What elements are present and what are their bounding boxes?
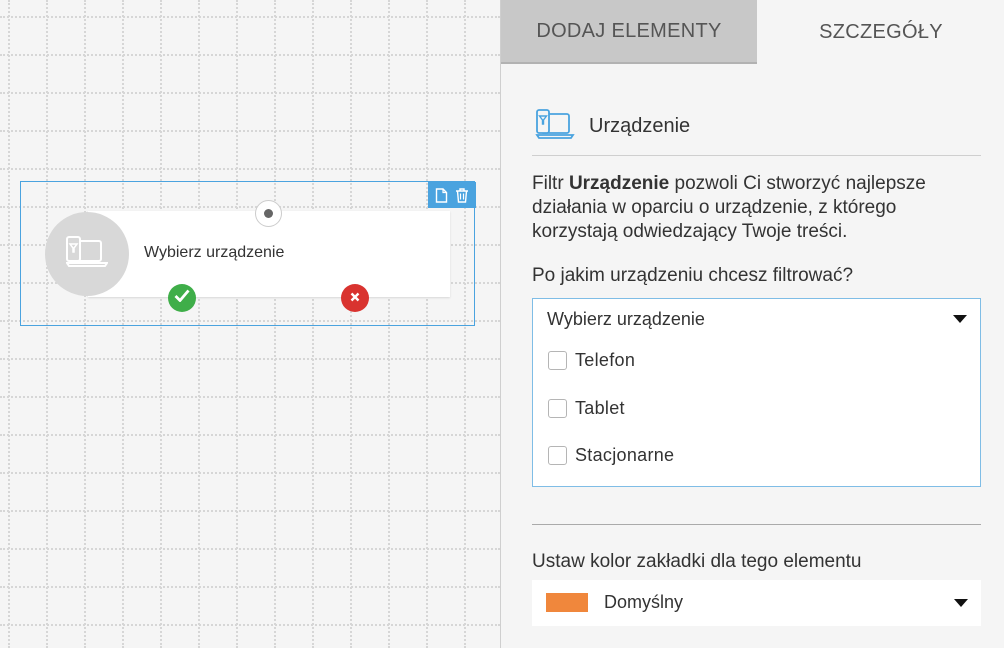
node-toolbar — [428, 182, 476, 208]
device-select[interactable]: Wybierz urządzenie Telefon Tablet Stacjo… — [532, 298, 981, 487]
device-question: Po jakim urządzeniu chcesz filtrować? — [532, 265, 854, 286]
grid-line — [0, 624, 500, 626]
side-panel: DODAJ ELEMENTY SZCZEGÓŁY Urządzenie Filt… — [500, 0, 1004, 648]
trash-icon[interactable] — [455, 187, 469, 203]
divider — [532, 155, 981, 156]
node-label: Wybierz urządzenie — [144, 244, 285, 261]
node-icon-circle — [45, 212, 129, 296]
yes-output-port[interactable] — [168, 284, 196, 312]
caret-down-icon[interactable] — [953, 315, 967, 323]
caret-down-icon[interactable] — [954, 599, 968, 607]
grid-line — [0, 54, 500, 56]
close-icon — [350, 289, 360, 307]
option-tablet[interactable]: Tablet — [548, 398, 625, 419]
grid-line — [0, 92, 500, 94]
grid-line — [8, 0, 10, 648]
grid-line — [0, 434, 500, 436]
section-header: Urządzenie — [535, 108, 690, 145]
grid-line — [0, 358, 500, 360]
filter-description: Filtr Urządzenie pozwoli Ci stworzyć naj… — [532, 173, 926, 242]
panel-tabs: DODAJ ELEMENTY SZCZEGÓŁY — [501, 0, 1004, 64]
grid-line — [0, 168, 500, 170]
device-icon — [535, 108, 575, 145]
grid-line — [0, 16, 500, 18]
color-label: Ustaw kolor zakładki dla tego elementu — [532, 551, 862, 572]
grid-line — [0, 548, 500, 550]
workflow-canvas[interactable]: Wybierz urządzenie — [0, 0, 500, 648]
grid-line — [0, 472, 500, 474]
checkbox[interactable] — [548, 399, 567, 418]
section-title: Urządzenie — [589, 115, 691, 137]
divider — [532, 524, 981, 525]
tab-add-elements[interactable]: DODAJ ELEMENTY — [501, 0, 757, 64]
no-output-port[interactable] — [341, 284, 369, 312]
color-select[interactable]: Domyślny — [532, 580, 981, 626]
color-swatch — [546, 593, 588, 612]
tab-details[interactable]: SZCZEGÓŁY — [757, 0, 1004, 64]
checkmark-icon — [174, 289, 190, 307]
grid-line — [0, 510, 500, 512]
grid-line — [0, 586, 500, 588]
option-stacjonarne[interactable]: Stacjonarne — [548, 445, 674, 466]
copy-icon[interactable] — [435, 187, 448, 203]
device-select-value: Wybierz urządzenie — [547, 309, 705, 329]
option-telefon[interactable]: Telefon — [548, 350, 635, 371]
checkbox[interactable] — [548, 351, 567, 370]
node-input-port[interactable] — [255, 200, 282, 227]
grid-line — [0, 130, 500, 132]
checkbox[interactable] — [548, 446, 567, 465]
color-select-value: Domyślny — [604, 592, 684, 612]
grid-line — [0, 396, 500, 398]
device-icon — [65, 235, 109, 274]
